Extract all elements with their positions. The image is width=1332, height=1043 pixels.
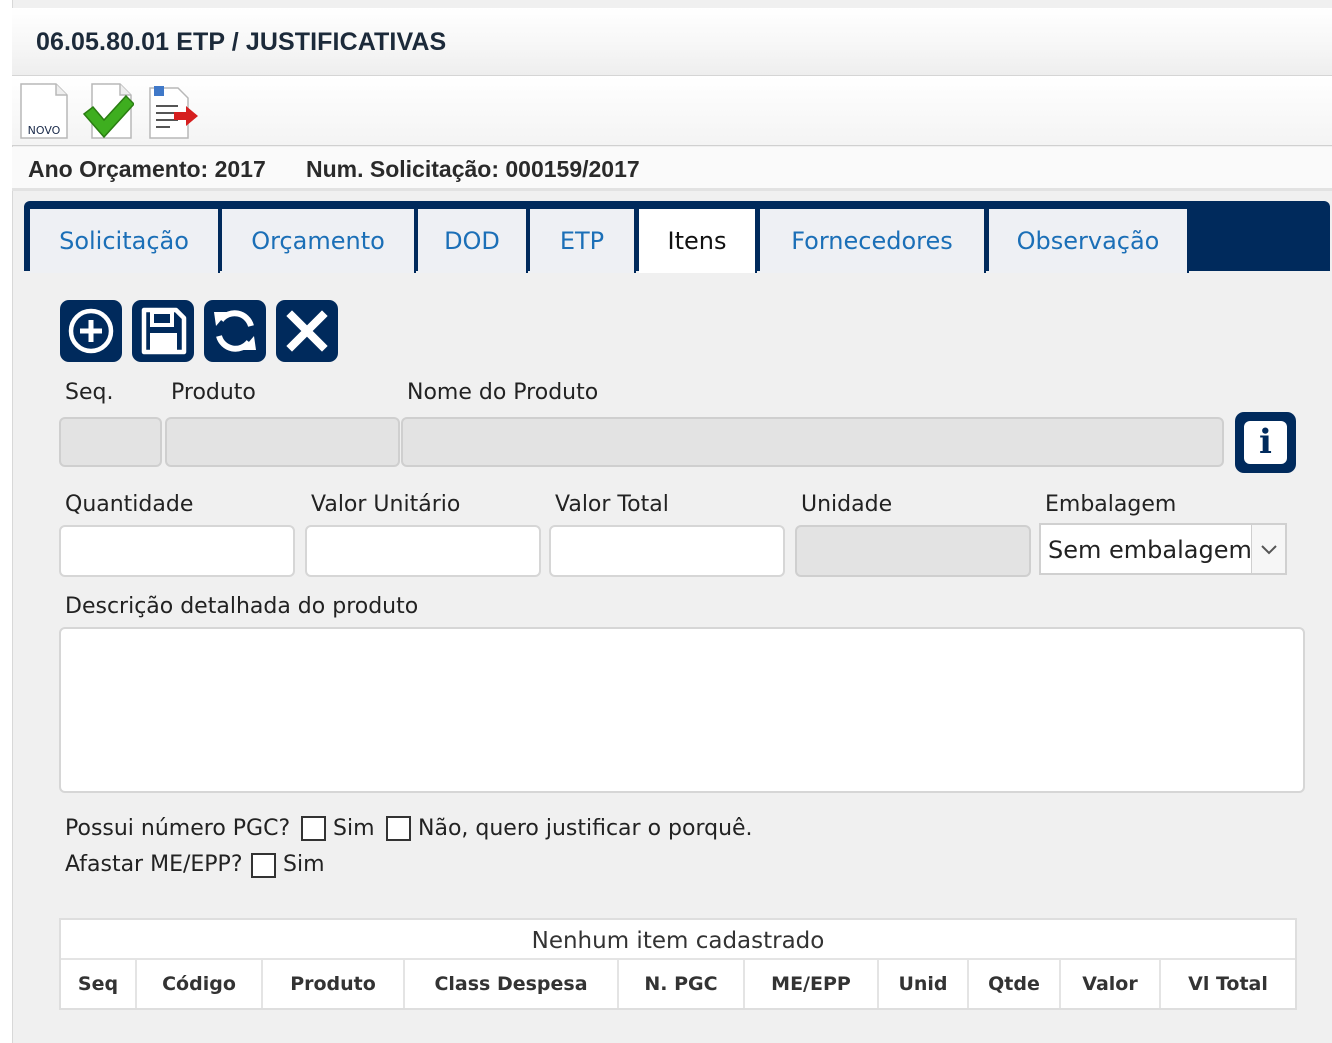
column-header-me-epp[interactable]: ME/EPP — [745, 960, 879, 1008]
descricao-textarea[interactable] — [59, 627, 1305, 793]
plus-circle-icon — [68, 308, 114, 354]
info-icon: i — [1244, 421, 1287, 464]
save-button[interactable] — [132, 300, 194, 362]
descricao-label: Descrição detalhada do produto — [65, 594, 419, 619]
pgc-nao-checkbox[interactable] — [386, 816, 411, 841]
embalagem-value: Sem embalagem — [1048, 536, 1252, 564]
valor-unitario-label: Valor Unitário — [311, 492, 461, 517]
unidade-label: Unidade — [801, 492, 893, 517]
pgc-sim-label: Sim — [333, 816, 375, 841]
produto-field[interactable] — [165, 417, 400, 467]
new-document-icon: NOVO — [20, 83, 68, 139]
column-header-n-pgc[interactable]: N. PGC — [619, 960, 745, 1008]
seq-label: Seq. — [65, 380, 114, 405]
refresh-button[interactable] — [204, 300, 266, 362]
unidade-field — [795, 525, 1031, 577]
afastar-sim-checkbox[interactable] — [251, 853, 276, 878]
new-button[interactable]: NOVO — [18, 82, 70, 140]
document-export-icon — [149, 86, 198, 139]
info-bar: Ano Orçamento: 2017 Num. Solicitação: 00… — [12, 147, 1332, 191]
num-solicitacao: Num. Solicitação: 000159/2017 — [306, 156, 640, 182]
valor-total-label: Valor Total — [555, 492, 669, 517]
embalagem-label: Embalagem — [1045, 492, 1177, 517]
nome-produto-field — [401, 417, 1224, 467]
export-button[interactable] — [146, 82, 198, 140]
nome-produto-label: Nome do Produto — [407, 380, 599, 405]
embalagem-select[interactable]: Sem embalagem — [1039, 523, 1287, 575]
produto-label: Produto — [171, 380, 256, 405]
valor-unitario-field[interactable] — [305, 525, 541, 577]
quantidade-field[interactable] — [59, 525, 295, 577]
column-header-produto[interactable]: Produto — [263, 960, 405, 1008]
cancel-button[interactable] — [276, 300, 338, 362]
chevron-down-icon — [1251, 525, 1285, 573]
floppy-disk-icon — [141, 307, 187, 355]
pgc-question: Possui número PGC? — [65, 816, 291, 841]
page-title: 06.05.80.01 ETP / JUSTIFICATIVAS — [36, 28, 447, 56]
tab-solicitacao[interactable]: Solicitação — [30, 209, 220, 273]
toolbar: NOVO — [12, 76, 1332, 146]
refresh-icon — [214, 310, 256, 352]
confirm-button[interactable] — [82, 82, 134, 140]
pgc-nao-label: Não, quero justificar o porquê. — [418, 816, 753, 841]
tab-etp[interactable]: ETP — [530, 209, 636, 273]
items-table: Nenhum item cadastrado Seq Código Produt… — [59, 918, 1297, 1010]
column-header-unid[interactable]: Unid — [879, 960, 969, 1008]
pgc-sim-checkbox[interactable] — [301, 816, 326, 841]
tab-bar: Solicitação Orçamento DOD ETP Itens Forn… — [24, 201, 1330, 273]
column-header-seq[interactable]: Seq — [61, 960, 137, 1008]
title-bar: 06.05.80.01 ETP / JUSTIFICATIVAS — [12, 8, 1332, 76]
seq-field — [59, 417, 162, 467]
column-header-vl-total[interactable]: Vl Total — [1161, 960, 1295, 1008]
tab-dod[interactable]: DOD — [418, 209, 528, 273]
info-button[interactable]: i — [1235, 412, 1296, 473]
ano-orcamento: Ano Orçamento: 2017 — [28, 156, 266, 182]
tab-observacao[interactable]: Observação — [989, 209, 1189, 273]
tab-fornecedores[interactable]: Fornecedores — [760, 209, 986, 273]
new-label: NOVO — [28, 124, 61, 137]
column-header-codigo[interactable]: Código — [137, 960, 263, 1008]
check-document-icon — [82, 83, 134, 139]
afastar-question: Afastar ME/EPP? — [65, 852, 243, 877]
column-header-valor[interactable]: Valor — [1061, 960, 1161, 1008]
column-header-class-despesa[interactable]: Class Despesa — [405, 960, 619, 1008]
valor-total-field[interactable] — [549, 525, 785, 577]
close-icon — [286, 310, 328, 352]
quantidade-label: Quantidade — [65, 492, 194, 517]
add-button[interactable] — [60, 300, 122, 362]
empty-message: Nenhum item cadastrado — [61, 920, 1295, 960]
column-header-qtde[interactable]: Qtde — [969, 960, 1061, 1008]
tab-itens[interactable]: Itens — [639, 209, 757, 273]
tab-orcamento[interactable]: Orçamento — [222, 209, 416, 273]
afastar-sim-label: Sim — [283, 852, 325, 877]
